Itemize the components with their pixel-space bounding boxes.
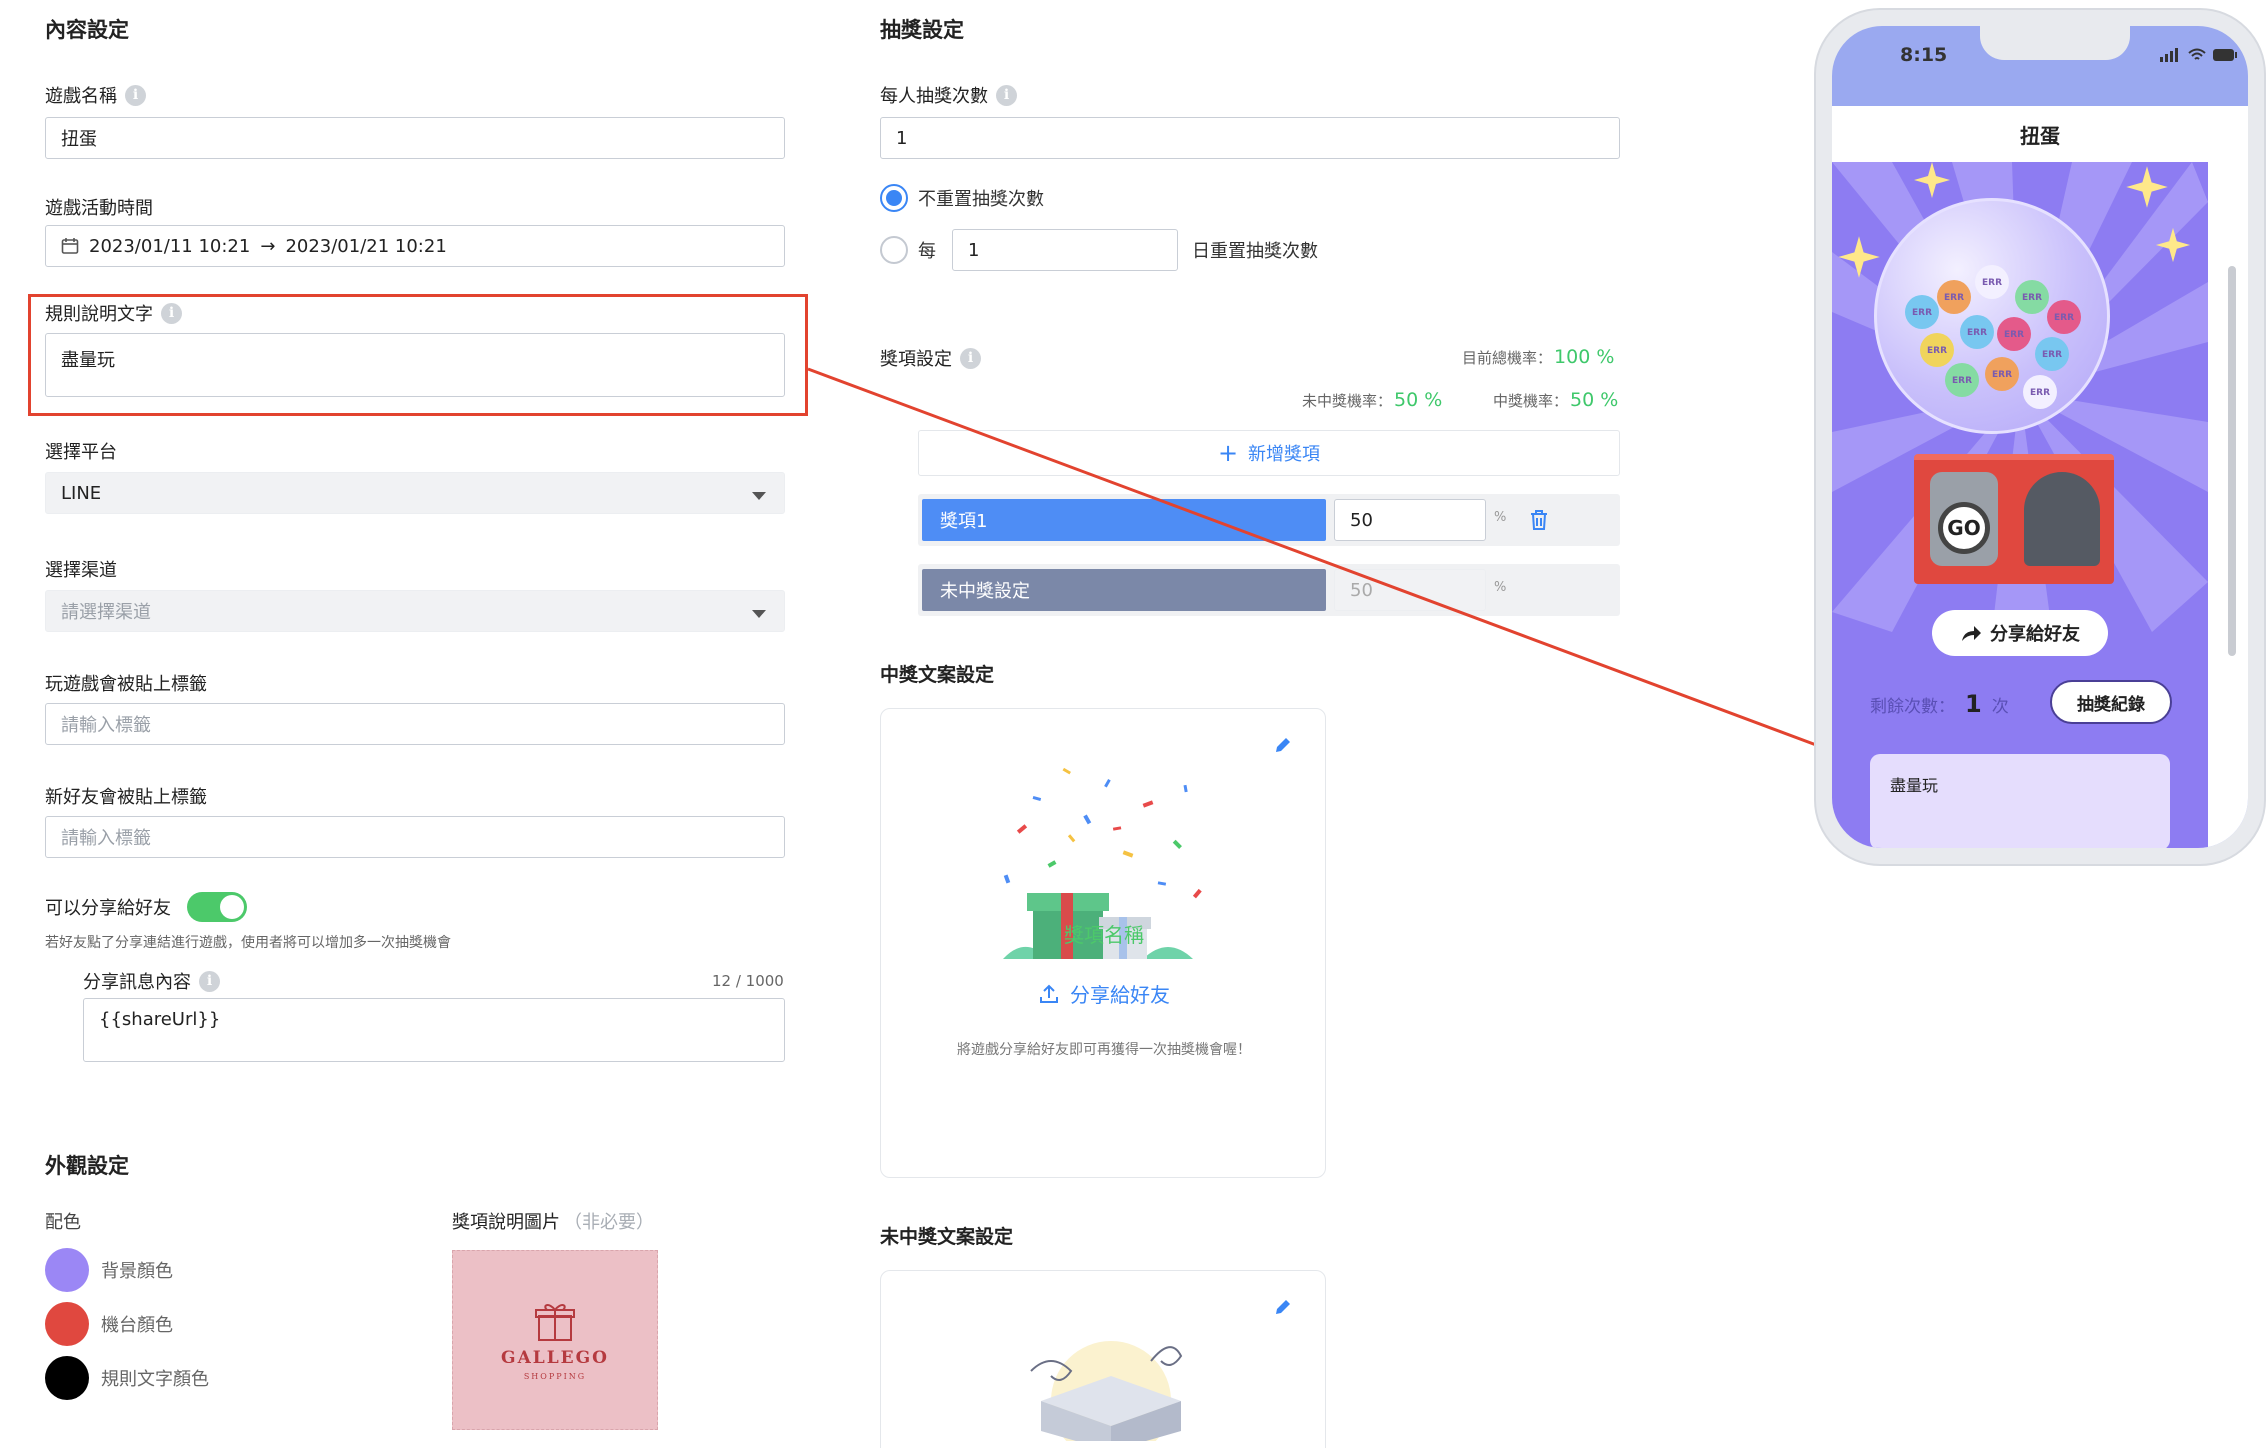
go-button[interactable]: GO	[1938, 502, 1990, 554]
phone-header: 扭蛋	[1832, 106, 2248, 162]
svg-text:ERR: ERR	[2030, 388, 2050, 398]
phone-frame: 8:15 扭蛋 ERR ERR ERR ERR ERR ERR ERR ERR …	[1816, 10, 2264, 864]
draw-history-button[interactable]: 抽獎紀錄	[2050, 680, 2172, 724]
phone-scrollbar[interactable]	[2228, 266, 2236, 656]
capsules-cluster: ERR ERR ERR ERR ERR ERR ERR ERR ERR ERR …	[1905, 265, 2081, 409]
phone-share-label: 分享給好友	[1990, 624, 2080, 645]
status-icons	[2160, 48, 2238, 62]
svg-text:ERR: ERR	[2054, 313, 2074, 323]
svg-text:ERR: ERR	[1912, 308, 1932, 318]
status-time: 8:15	[1900, 44, 1948, 66]
phone-notch	[1980, 26, 2130, 60]
remaining-count: 剩餘次數： 1 次	[1870, 690, 2009, 718]
sparkle-icon	[1838, 236, 1880, 278]
remaining-label: 剩餘次數：	[1870, 697, 1955, 717]
game-area: ERR ERR ERR ERR ERR ERR ERR ERR ERR ERR …	[1832, 162, 2208, 848]
svg-text:ERR: ERR	[1952, 376, 1972, 386]
phone-share-button[interactable]: 分享給好友	[1932, 610, 2108, 656]
svg-text:ERR: ERR	[1944, 293, 1964, 303]
svg-text:ERR: ERR	[2042, 350, 2062, 360]
rules-preview-text: 盡量玩	[1890, 776, 1939, 795]
sparkle-icon	[2126, 166, 2168, 208]
svg-text:ERR: ERR	[1927, 346, 1947, 356]
svg-text:ERR: ERR	[1967, 328, 1987, 338]
remaining-unit: 次	[1991, 697, 2009, 717]
battery-icon	[2213, 49, 2237, 61]
svg-text:ERR: ERR	[1982, 278, 2002, 288]
phone-title: 扭蛋	[2020, 123, 2060, 148]
sparkle-icon	[1914, 162, 1950, 198]
sparkle-icon	[2155, 227, 2191, 263]
signal-icon	[2160, 48, 2178, 62]
svg-text:ERR: ERR	[2022, 293, 2042, 303]
rules-text-preview: 盡量玩	[1870, 754, 2170, 848]
prize-outlet	[2024, 472, 2100, 566]
svg-text:ERR: ERR	[1992, 370, 2012, 380]
wifi-icon	[2188, 48, 2206, 60]
share-arrow-icon	[1962, 626, 1981, 641]
svg-text:ERR: ERR	[2004, 330, 2024, 340]
phone-screen: 8:15 扭蛋 ERR ERR ERR ERR ERR ERR ERR ERR …	[1832, 26, 2248, 848]
remaining-value: 1	[1965, 690, 1982, 718]
